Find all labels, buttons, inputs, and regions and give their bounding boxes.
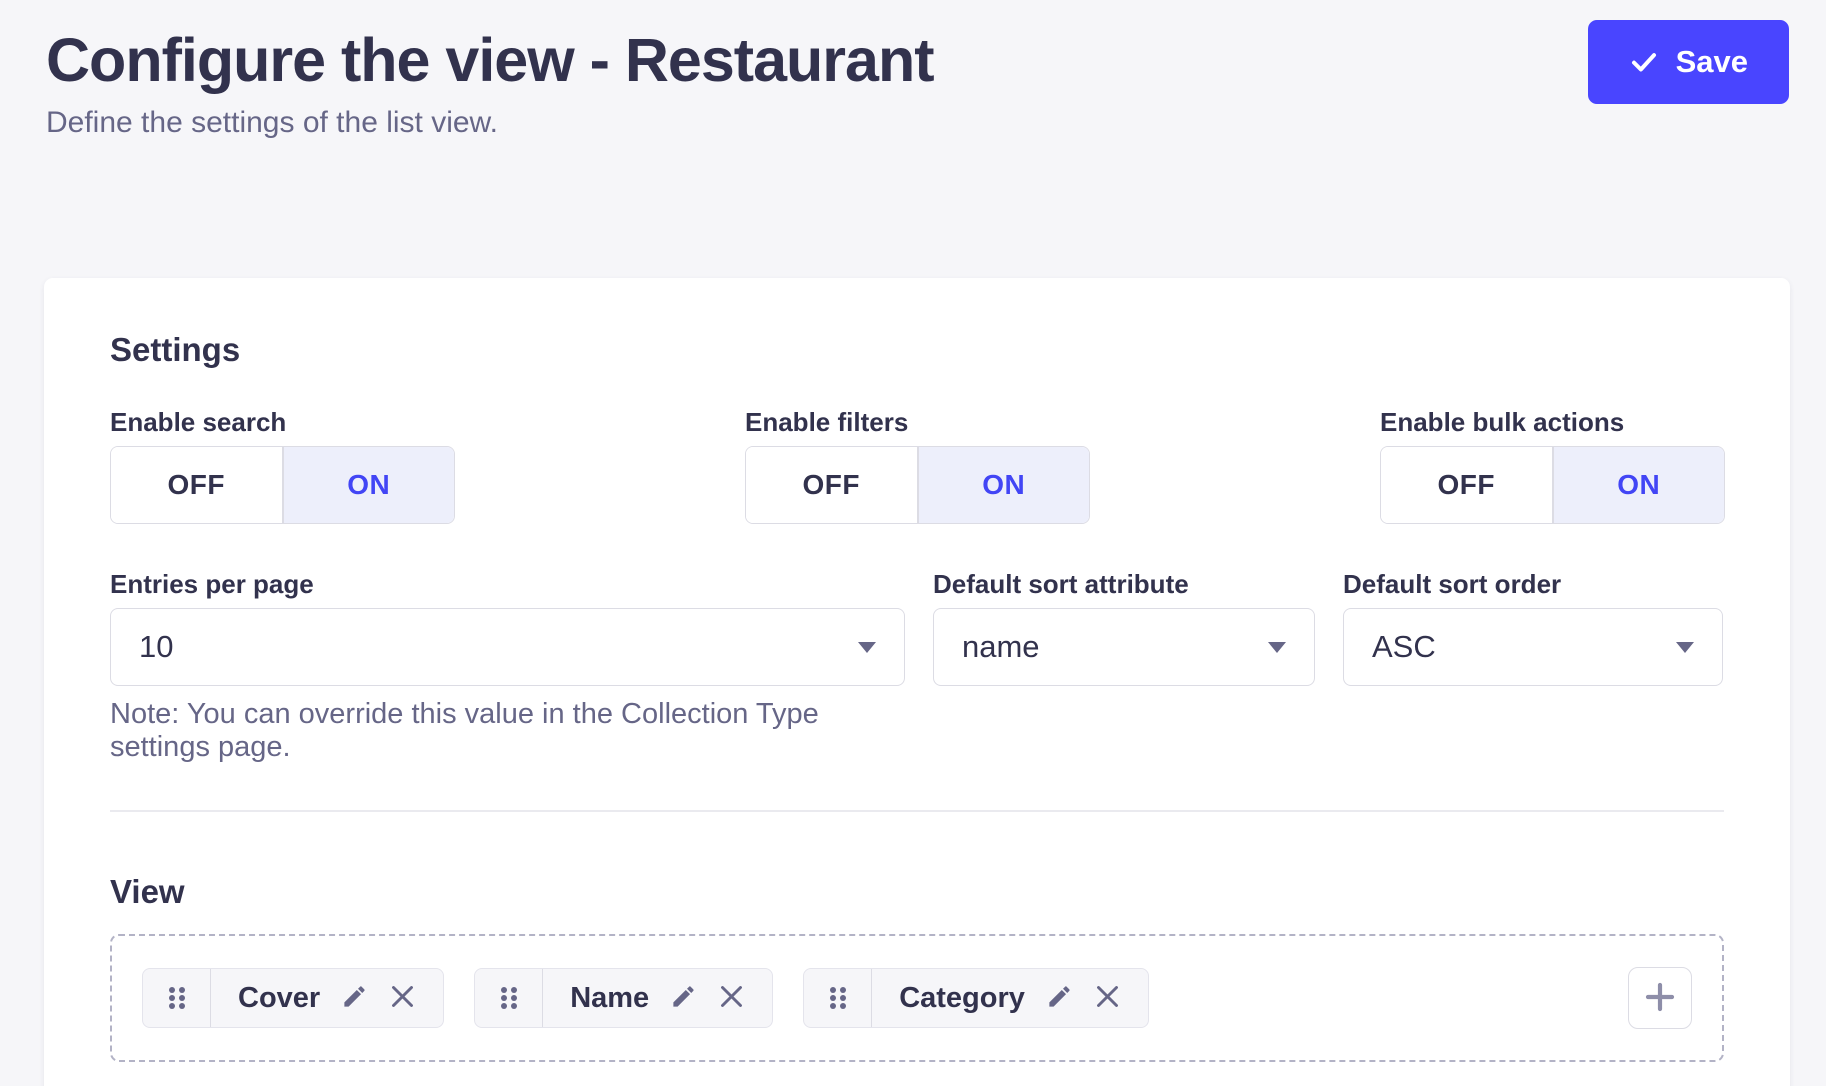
close-icon xyxy=(389,983,416,1013)
pencil-icon xyxy=(341,983,368,1013)
enable-filters-off-button[interactable]: OFF xyxy=(746,447,919,523)
page-header: Configure the view - Restaurant Define t… xyxy=(0,0,1826,140)
chevron-down-icon xyxy=(858,642,876,653)
default-sort-order-value: ASC xyxy=(1372,629,1436,665)
field-chip-label: Name xyxy=(570,982,649,1015)
edit-field-button[interactable] xyxy=(670,983,697,1013)
edit-field-button[interactable] xyxy=(341,983,368,1013)
view-section: View Cover xyxy=(110,872,1724,1062)
drag-handle-icon[interactable] xyxy=(475,969,543,1027)
field-chip-label: Category xyxy=(899,982,1025,1015)
entries-per-page-value: 10 xyxy=(139,629,173,665)
default-sort-order-label: Default sort order xyxy=(1343,568,1723,600)
enable-search-field: Enable search OFF ON xyxy=(110,406,745,524)
field-chip-label: Cover xyxy=(238,982,320,1015)
toggle-enable-bulk-actions: OFF ON xyxy=(1380,446,1725,524)
drag-handle-icon[interactable] xyxy=(804,969,872,1027)
add-field-button[interactable] xyxy=(1628,967,1692,1029)
toggle-enable-search: OFF ON xyxy=(110,446,455,524)
default-sort-order-field: Default sort order ASC xyxy=(1343,568,1723,764)
close-icon xyxy=(718,983,745,1013)
enable-search-off-button[interactable]: OFF xyxy=(111,447,284,523)
pencil-icon xyxy=(1046,983,1073,1013)
remove-field-button[interactable] xyxy=(389,983,416,1013)
view-heading: View xyxy=(110,872,1724,912)
enable-filters-label: Enable filters xyxy=(745,406,1380,438)
toggles-row: Enable search OFF ON Enable filters OFF … xyxy=(110,406,1724,524)
entries-per-page-field: Entries per page 10 Note: You can overri… xyxy=(110,568,905,764)
enable-search-on-button[interactable]: ON xyxy=(284,447,455,523)
plus-icon xyxy=(1642,979,1678,1018)
page-subtitle: Define the settings of the list view. xyxy=(46,106,1782,140)
remove-field-button[interactable] xyxy=(718,983,745,1013)
enable-bulk-actions-label: Enable bulk actions xyxy=(1380,406,1725,438)
drag-handle-icon[interactable] xyxy=(143,969,211,1027)
settings-heading: Settings xyxy=(110,330,1724,370)
enable-bulk-actions-on-button[interactable]: ON xyxy=(1554,447,1725,523)
chevron-down-icon xyxy=(1268,642,1286,653)
save-button[interactable]: Save xyxy=(1588,20,1789,104)
remove-field-button[interactable] xyxy=(1094,983,1121,1013)
enable-search-label: Enable search xyxy=(110,406,745,438)
section-divider xyxy=(110,810,1724,812)
default-sort-attribute-label: Default sort attribute xyxy=(933,568,1315,600)
enable-bulk-actions-field: Enable bulk actions OFF ON xyxy=(1380,406,1725,524)
enable-filters-field: Enable filters OFF ON xyxy=(745,406,1380,524)
sort-settings-row: Entries per page 10 Note: You can overri… xyxy=(110,568,1724,764)
entries-per-page-select[interactable]: 10 xyxy=(110,608,905,686)
field-chip-cover[interactable]: Cover xyxy=(142,968,444,1028)
toggle-enable-filters: OFF ON xyxy=(745,446,1090,524)
page-title: Configure the view - Restaurant xyxy=(46,26,1782,94)
entries-per-page-note: Note: You can override this value in the… xyxy=(110,698,905,764)
field-chip-name[interactable]: Name xyxy=(474,968,773,1028)
enable-bulk-actions-off-button[interactable]: OFF xyxy=(1381,447,1554,523)
configure-view-page: Configure the view - Restaurant Define t… xyxy=(0,0,1826,1086)
default-sort-attribute-field: Default sort attribute name xyxy=(933,568,1315,764)
settings-section: Settings Enable search OFF ON Enable fil… xyxy=(110,330,1724,812)
enable-filters-on-button[interactable]: ON xyxy=(919,447,1090,523)
entries-per-page-label: Entries per page xyxy=(110,568,905,600)
save-button-label: Save xyxy=(1676,44,1748,80)
check-icon xyxy=(1629,47,1659,77)
field-drop-zone: Cover Name xyxy=(110,934,1724,1062)
chevron-down-icon xyxy=(1676,642,1694,653)
settings-card: Settings Enable search OFF ON Enable fil… xyxy=(44,278,1790,1086)
edit-field-button[interactable] xyxy=(1046,983,1073,1013)
field-chip-category[interactable]: Category xyxy=(803,968,1149,1028)
default-sort-attribute-select[interactable]: name xyxy=(933,608,1315,686)
default-sort-attribute-value: name xyxy=(962,629,1040,665)
pencil-icon xyxy=(670,983,697,1013)
close-icon xyxy=(1094,983,1121,1013)
default-sort-order-select[interactable]: ASC xyxy=(1343,608,1723,686)
